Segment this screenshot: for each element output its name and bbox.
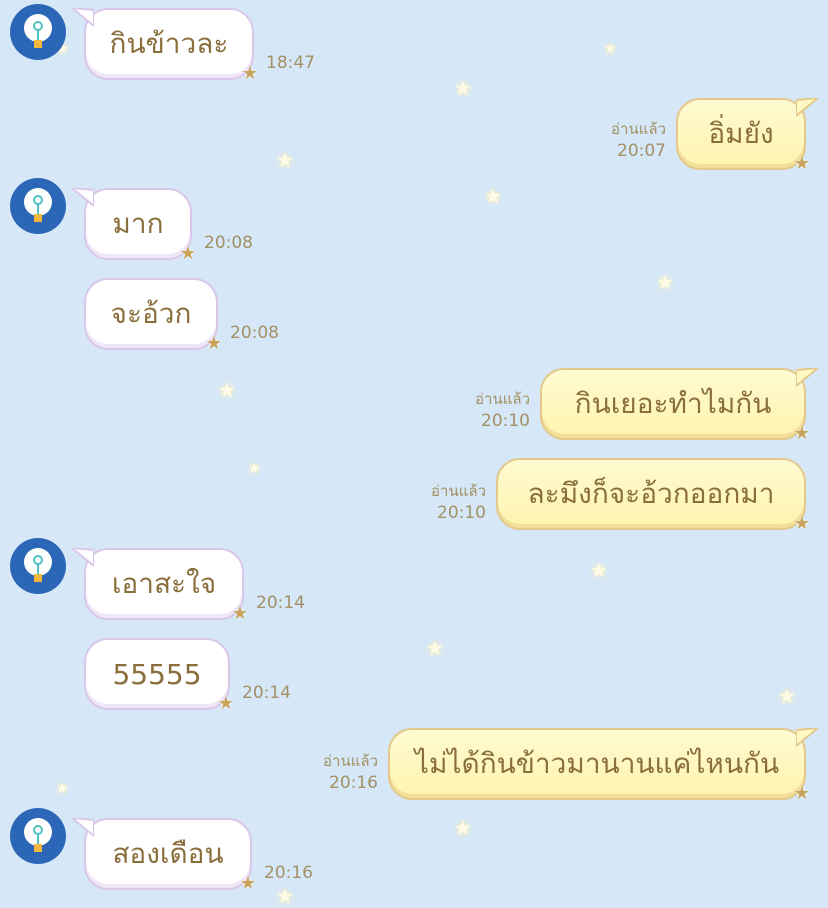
message-bubble-incoming[interactable]: กินข้าวละ ★: [72, 8, 258, 84]
message-text: เอาสะใจ: [111, 567, 217, 600]
message-text: มาก: [112, 207, 164, 240]
lightbulb-icon: [24, 14, 52, 48]
message-bubble-outgoing[interactable]: กินเยอะทำไมกัน ★: [540, 368, 818, 444]
message-text: 55555: [112, 657, 202, 691]
avatar[interactable]: [10, 4, 66, 60]
avatar[interactable]: [10, 808, 66, 864]
message-time: 20:10: [481, 411, 530, 431]
star-icon: ★: [241, 63, 258, 84]
star-icon: ★: [217, 693, 234, 714]
message-time: 20:16: [329, 773, 378, 793]
message-bubble-outgoing[interactable]: ไม่ได้กินข้าวมานานแค่ไหนกัน ★: [388, 728, 818, 804]
star-icon: ★: [239, 873, 256, 894]
star-icon: ★: [179, 243, 196, 264]
message-meta: อ่านแล้ว 20:10: [475, 388, 530, 432]
message-time: 20:14: [256, 593, 305, 613]
message-meta: อ่านแล้ว 20:16: [323, 750, 378, 794]
message-text: กินข้าวละ: [109, 27, 229, 60]
avatar[interactable]: [10, 538, 66, 594]
message-meta: อ่านแล้ว 20:07: [611, 118, 666, 162]
read-receipt: อ่านแล้ว: [323, 752, 378, 770]
lightbulb-icon: [24, 188, 52, 222]
message-bubble-outgoing[interactable]: ละมึงก็จะอ้วกออกมา ★: [496, 458, 810, 534]
chat-area[interactable]: กินข้าวละ ★ 18:47 อ่านแล้ว 20:07 อิ่มยัง…: [0, 0, 828, 900]
star-icon: ★: [793, 423, 810, 444]
message-bubble-incoming[interactable]: 55555 ★: [84, 638, 234, 714]
lightbulb-icon: [24, 818, 52, 852]
star-icon: ★: [793, 513, 810, 534]
star-icon: ★: [793, 783, 810, 804]
star-icon: ★: [793, 153, 810, 174]
message-bubble-incoming[interactable]: สองเดือน ★: [72, 818, 256, 894]
message-meta: อ่านแล้ว 20:10: [431, 480, 486, 524]
message-bubble-outgoing[interactable]: อิ่มยัง ★: [676, 98, 818, 174]
message-bubble-incoming[interactable]: จะอ้วก ★: [84, 278, 222, 354]
message-time: 20:08: [230, 323, 279, 343]
message-bubble-incoming[interactable]: มาก ★: [72, 188, 196, 264]
lightbulb-icon: [24, 548, 52, 582]
star-icon: ★: [231, 603, 248, 624]
message-time: 20:07: [617, 141, 666, 161]
read-receipt: อ่านแล้ว: [611, 120, 666, 138]
star-icon: ★: [205, 333, 222, 354]
message-text: ไม่ได้กินข้าวมานานแค่ไหนกัน: [414, 747, 780, 780]
avatar[interactable]: [10, 178, 66, 234]
message-text: จะอ้วก: [110, 297, 192, 330]
message-time: 20:08: [204, 233, 253, 253]
read-receipt: อ่านแล้ว: [475, 390, 530, 408]
message-time: 20:16: [264, 863, 313, 883]
message-bubble-incoming[interactable]: เอาสะใจ ★: [72, 548, 248, 624]
message-time: 18:47: [266, 53, 315, 73]
message-text: สองเดือน: [112, 837, 224, 870]
read-receipt: อ่านแล้ว: [431, 482, 486, 500]
message-text: กินเยอะทำไมกัน: [574, 387, 772, 420]
message-text: ละมึงก็จะอ้วกออกมา: [527, 477, 775, 510]
message-text: อิ่มยัง: [708, 117, 774, 150]
message-time: 20:14: [242, 683, 291, 703]
message-time: 20:10: [437, 503, 486, 523]
